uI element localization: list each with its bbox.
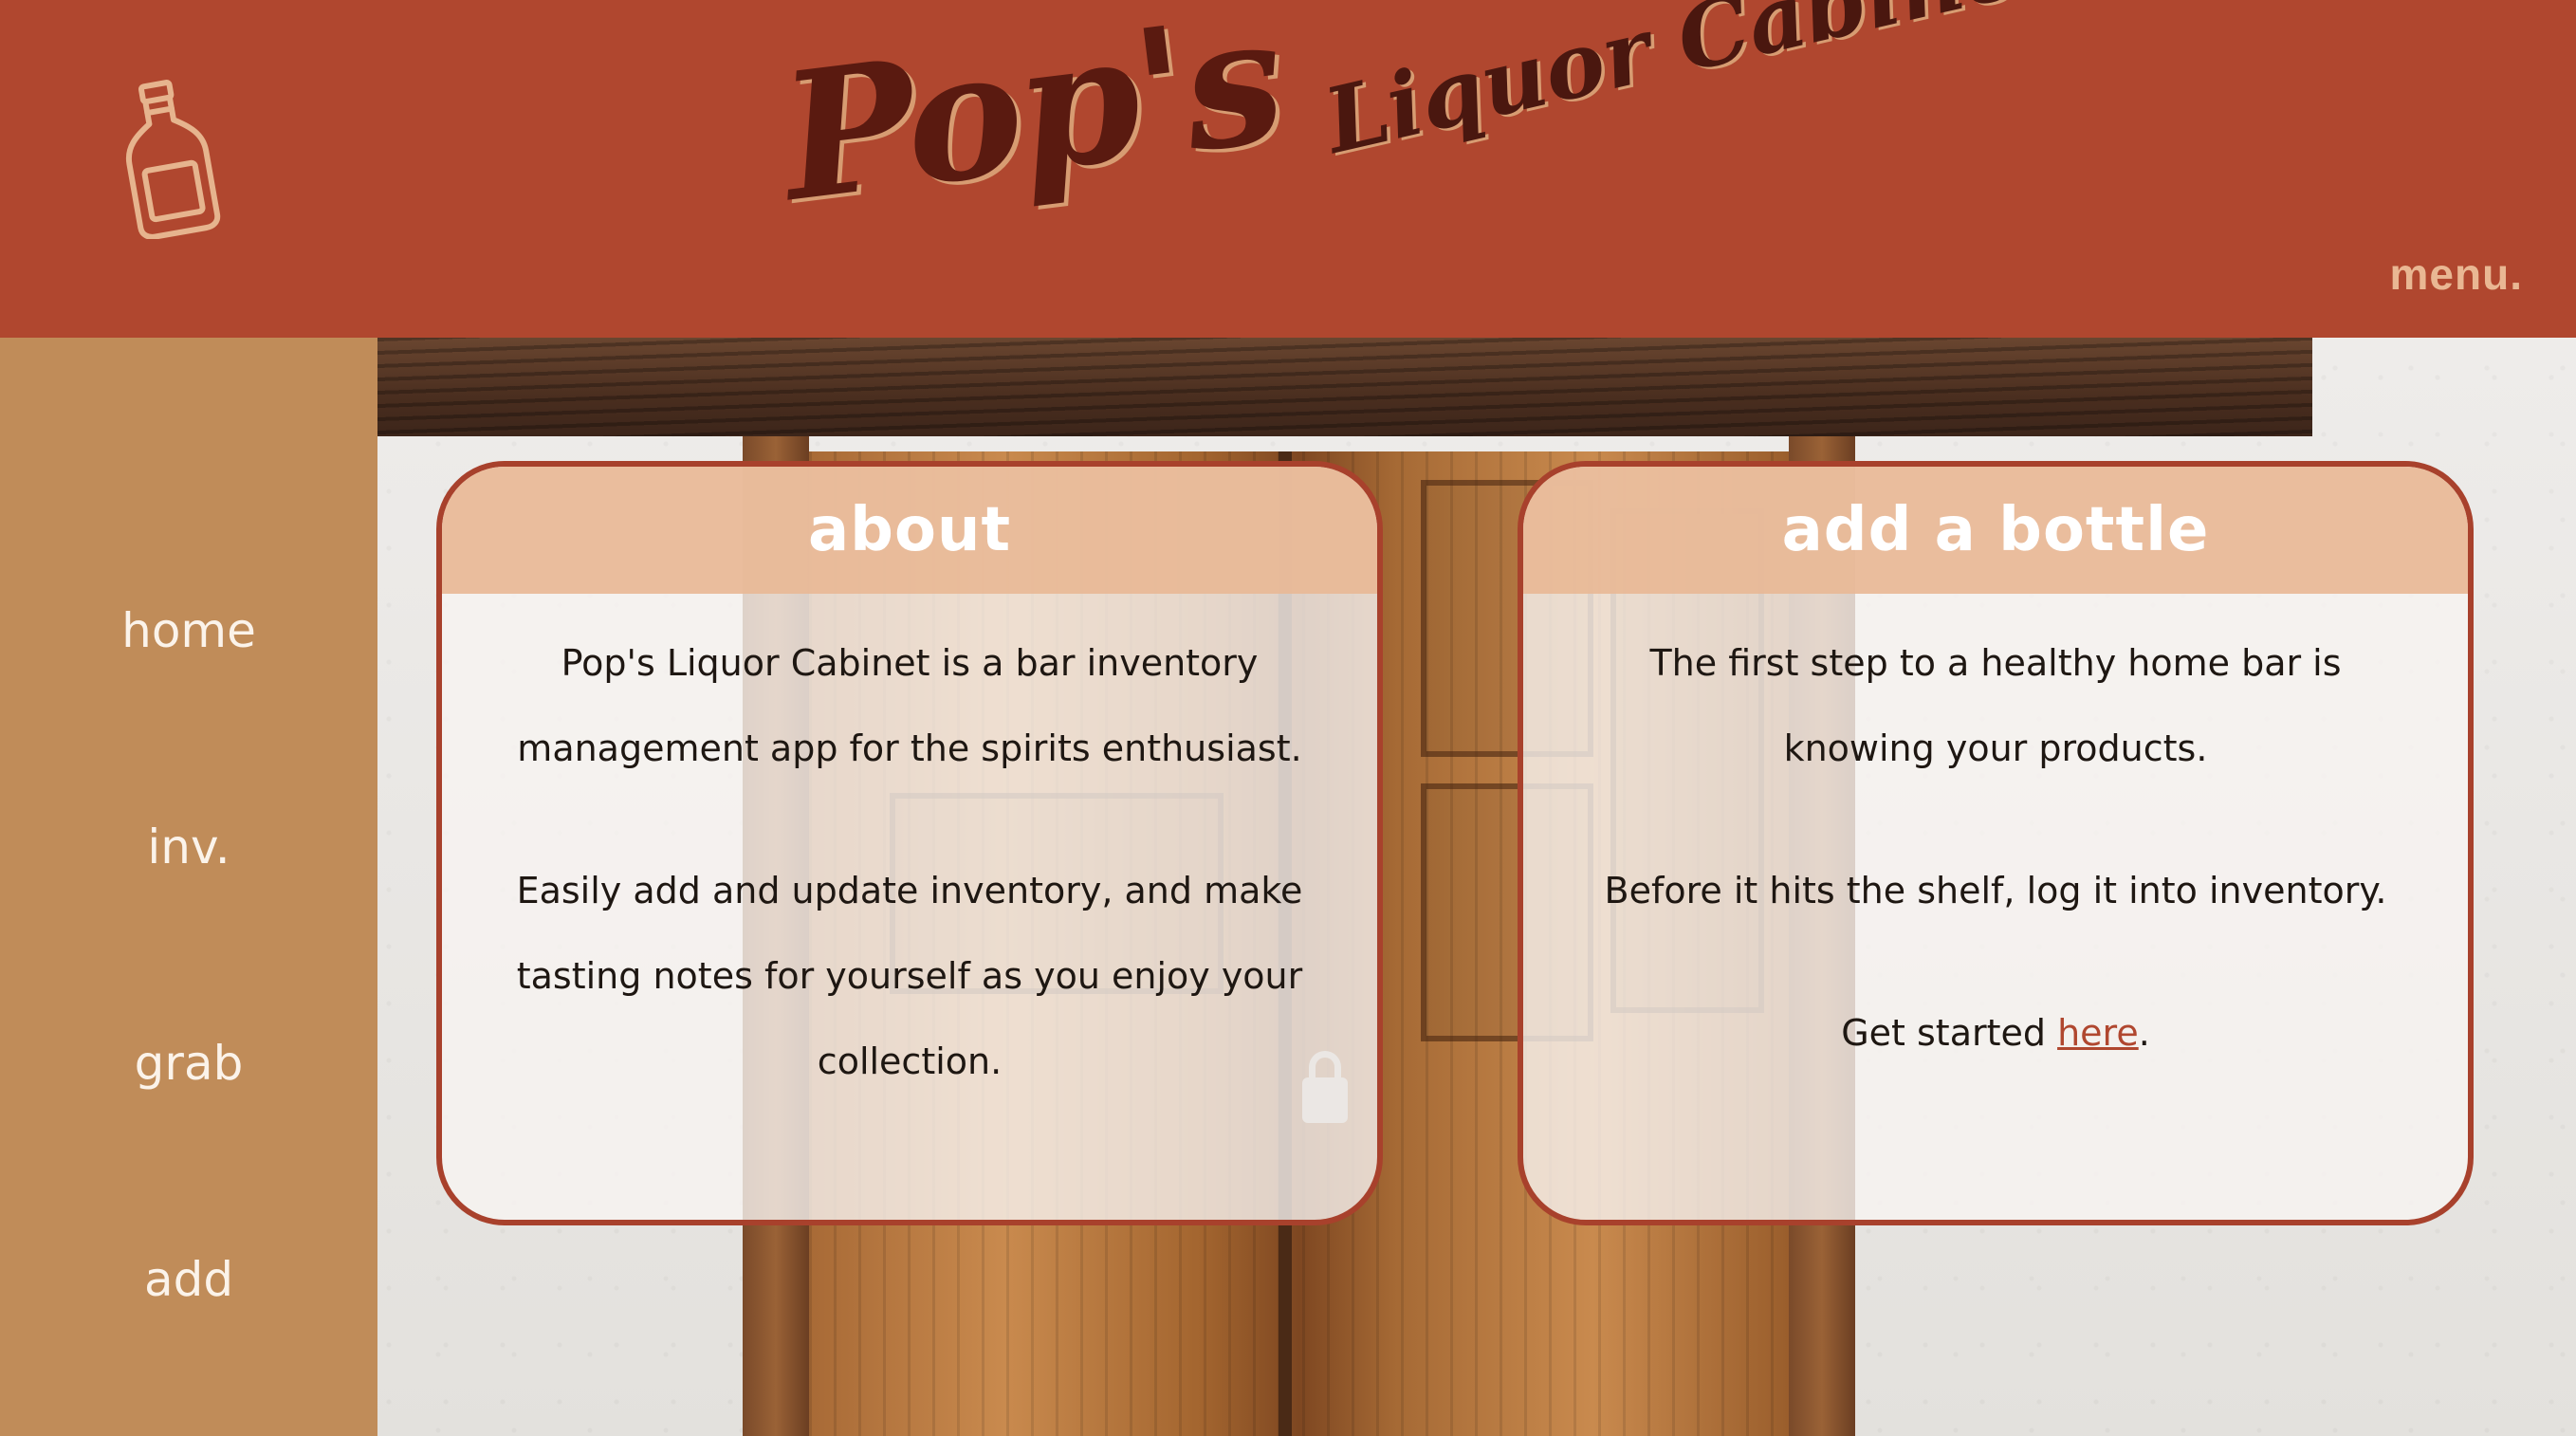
sidebar-item-add[interactable]: add	[0, 1252, 377, 1307]
about-paragraph: Pop's Liquor Cabinet is a bar inventory …	[517, 642, 1302, 769]
liquor-bottle-icon[interactable]	[112, 78, 224, 239]
wooden-lintel	[377, 338, 2312, 436]
brand-subtitle: Liquor Cabinet	[1316, 0, 2070, 175]
about-card-body: Pop's Liquor Cabinet is a bar inventory …	[442, 594, 1377, 1104]
add-paragraph: The first step to a healthy home bar is …	[1649, 642, 2342, 769]
sidebar-item-inv[interactable]: inv.	[0, 819, 377, 874]
add-paragraph: Before it hits the shelf, log it into in…	[1604, 870, 2387, 911]
add-bottle-card-title: add a bottle	[1781, 495, 2210, 565]
menu-button[interactable]: menu.	[2390, 249, 2523, 300]
get-started-link[interactable]: here	[2057, 1012, 2139, 1054]
get-started-text: Get started here.	[1580, 990, 2411, 1076]
about-card-title: about	[807, 495, 1012, 565]
about-paragraph: Easily add and update inventory, and mak…	[516, 870, 1303, 1082]
about-card-header: about	[442, 467, 1377, 594]
header: Pop's Liquor Cabinet menu.	[0, 0, 2576, 338]
sidebar-item-home[interactable]: home	[0, 603, 377, 658]
add-bottle-card: add a bottle The first step to a healthy…	[1518, 461, 2474, 1225]
add-bottle-card-header: add a bottle	[1523, 467, 2468, 594]
add-bottle-card-body: The first step to a healthy home bar is …	[1523, 594, 2468, 1076]
brand-title: Pop's	[771, 0, 1291, 241]
sidebar-item-grab[interactable]: grab	[0, 1036, 377, 1091]
page: Pop's Liquor Cabinet menu. home inv. gra…	[0, 0, 2576, 1436]
get-started-suffix: .	[2138, 1012, 2150, 1054]
about-card: about Pop's Liquor Cabinet is a bar inve…	[436, 461, 1383, 1225]
sidebar: home inv. grab add	[0, 338, 377, 1436]
get-started-prefix: Get started	[1841, 1012, 2058, 1054]
